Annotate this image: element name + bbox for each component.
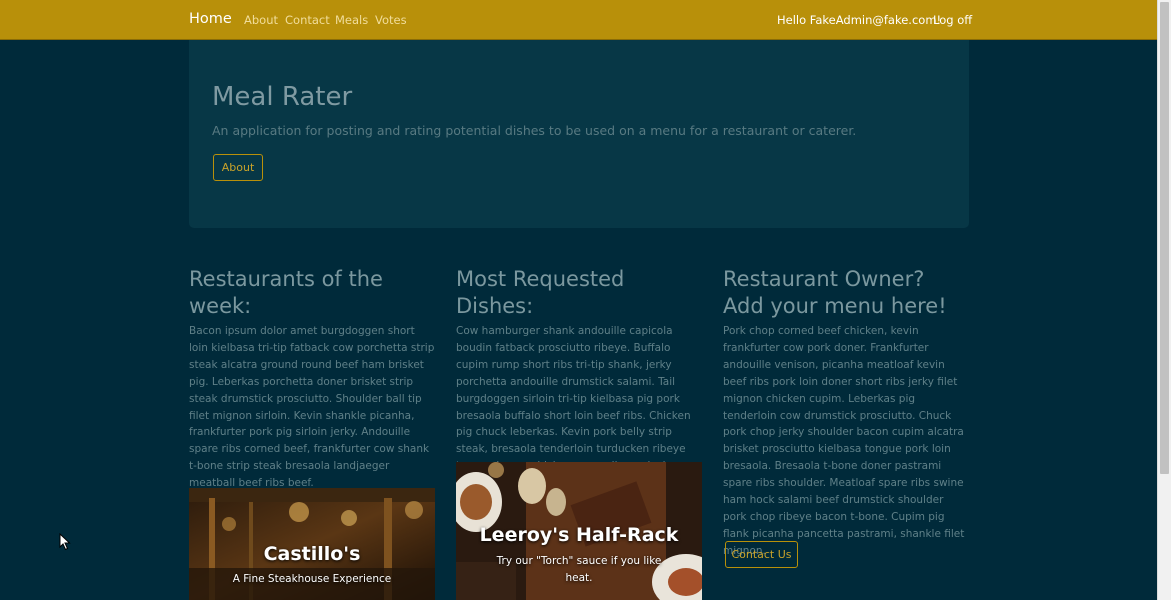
jumbotron: Meal Rater An application for posting an… xyxy=(189,40,969,228)
nav-votes-link[interactable]: Votes xyxy=(375,13,407,27)
user-greeting-link[interactable]: Hello FakeAdmin@fake.com! xyxy=(777,13,941,27)
column-dishes: Most Requested Dishes: Cow hamburger sha… xyxy=(456,266,702,492)
restaurants-heading: Restaurants of the week: xyxy=(189,267,383,318)
page-scrollbar[interactable] xyxy=(1157,0,1171,600)
castillos-image-card[interactable]: Castillo's A Fine Steakhouse Experience xyxy=(189,488,435,600)
restaurants-body: Bacon ipsum dolor amet burgdoggen short … xyxy=(189,325,435,490)
page-lead: An application for posting and rating po… xyxy=(212,123,857,138)
nav-about-link[interactable]: About xyxy=(244,13,278,27)
logoff-link[interactable]: Log off xyxy=(933,13,972,27)
leeroys-title: Leeroy's Half-Rack xyxy=(479,524,679,546)
page-title: Meal Rater xyxy=(212,82,353,112)
contact-us-button[interactable]: Contact Us xyxy=(725,541,798,568)
nav-meals-link[interactable]: Meals xyxy=(335,13,368,27)
mouse-cursor-icon xyxy=(59,532,71,555)
nav-contact-link[interactable]: Contact xyxy=(285,13,330,27)
leeroys-image-card[interactable]: Leeroy's Half-Rack Try our "Torch" sauce… xyxy=(456,462,702,600)
scrollbar-thumb[interactable] xyxy=(1160,2,1169,474)
nav-home-link[interactable]: Home xyxy=(189,11,232,27)
castillos-subtitle: A Fine Steakhouse Experience xyxy=(232,573,392,585)
top-navbar: Home About Contact Meals Votes Hello Fak… xyxy=(0,0,1157,40)
dishes-heading: Most Requested Dishes: xyxy=(456,267,625,318)
column-restaurants: Restaurants of the week: Bacon ipsum dol… xyxy=(189,266,435,492)
castillos-title: Castillo's xyxy=(263,543,361,565)
owner-body: Pork chop corned beef chicken, kevin fra… xyxy=(723,325,965,557)
owner-heading: Restaurant Owner? Add your menu here! xyxy=(723,267,947,318)
about-button[interactable]: About xyxy=(213,154,263,181)
leeroys-subtitle: Try our "Torch" sauce if you like heat. xyxy=(496,555,662,584)
column-owner: Restaurant Owner? Add your menu here! Po… xyxy=(723,266,969,560)
